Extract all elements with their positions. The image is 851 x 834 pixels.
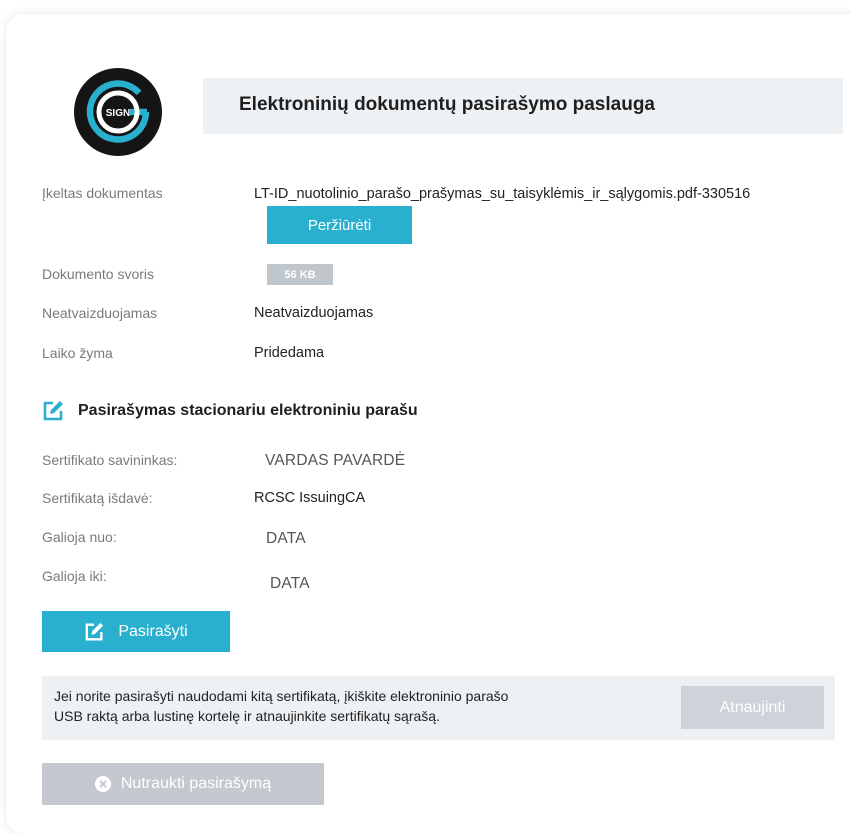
info-line-1: Jei norite pasirašyti naudodami kitą ser…	[54, 688, 509, 704]
cancel-signing-button[interactable]: Nutraukti pasirašymą	[42, 763, 324, 805]
logo-text: SIGN	[106, 108, 130, 119]
certificate-info-text: Jei norite pasirašyti naudodami kitą ser…	[54, 686, 654, 726]
timestamp-value: Pridedama	[254, 345, 325, 361]
sign-button[interactable]: Pasirašyti	[42, 611, 230, 652]
signing-section-header: Pasirašymas stacionariu elektroniniu par…	[42, 400, 418, 422]
valid-from-value: DATA	[266, 530, 306, 547]
certificate-owner-value: VARDAS PAVARDĖ	[265, 452, 406, 469]
document-weight-label: Dokumento svoris	[42, 266, 155, 282]
signing-section-title: Pasirašymas stacionariu elektroniniu par…	[78, 402, 418, 419]
uploaded-document-name: LT-ID_nuotolinio_parašo_prašymas_su_tais…	[254, 186, 751, 202]
valid-to-value: DATA	[270, 575, 310, 592]
page-title: Elektroninių dokumentų pasirašymo paslau…	[239, 94, 655, 115]
uploaded-document-label: Įkeltas dokumentas	[42, 185, 163, 201]
certificate-owner-label: Sertifikato savininkas:	[42, 452, 178, 468]
info-line-2: USB raktą arba lustinę kortelę ir atnauj…	[54, 708, 440, 724]
edit-icon	[43, 401, 63, 421]
refresh-button[interactable]: Atnaujinti	[681, 686, 824, 729]
sign-button-label: Pasirašyti	[118, 622, 188, 640]
valid-from-label: Galioja nuo:	[42, 529, 117, 545]
edit-icon	[85, 622, 104, 640]
certificate-issuer-value: RCSC IssuingCA	[254, 490, 366, 506]
certificate-info-box: Jei norite pasirašyti naudodami kitą ser…	[42, 676, 835, 740]
header-bar: Elektroninių dokumentų pasirašymo paslau…	[203, 78, 843, 134]
close-circle-icon	[94, 776, 111, 792]
display-label: Neatvaizduojamas	[42, 305, 158, 321]
timestamp-label: Laiko žyma	[42, 345, 113, 361]
valid-to-label: Galioja iki:	[42, 568, 107, 584]
certificate-issuer-label: Sertifikatą išdavė:	[42, 490, 153, 506]
document-weight-badge: 56 KB	[267, 264, 333, 285]
view-document-button[interactable]: Peržiūrėti	[267, 206, 412, 244]
cancel-signing-label: Nutraukti pasirašymą	[120, 775, 272, 792]
display-value: Neatvaizduojamas	[254, 305, 374, 321]
gsign-logo: SIGN	[74, 68, 162, 156]
